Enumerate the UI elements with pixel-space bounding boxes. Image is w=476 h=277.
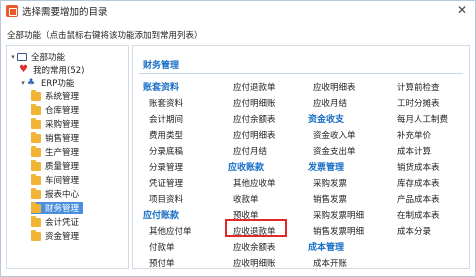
group-header: 账套资料 (143, 83, 180, 93)
function-item[interactable]: 应付明细账 (233, 97, 276, 109)
tree-node-label: 生产管理 (45, 148, 80, 158)
group-header: 资金收支 (308, 115, 345, 125)
org-chart-icon: ♣ (27, 77, 36, 88)
function-item[interactable]: 预付单 (149, 257, 175, 268)
tree-node-module[interactable]: 会计凭证 (31, 215, 80, 228)
tree-node-label: 资金管理 (45, 232, 80, 242)
tree-node-label: 系统管理 (45, 92, 80, 102)
tree-node-erp[interactable]: ▾ ♣ ERP功能 (19, 77, 74, 89)
section-title: 财务管理 (143, 61, 180, 71)
heart-icon: ♥ (19, 64, 28, 75)
function-item[interactable]: 应付余额表 (233, 113, 276, 125)
function-item[interactable]: 补充单价 (397, 129, 431, 141)
tree-node-label: 报表中心 (45, 190, 80, 200)
function-item[interactable]: 会计期间 (149, 113, 183, 125)
highlight-box (225, 219, 287, 237)
instruction-text: 全部功能（点击鼠标右键将该功能添加到常用列表） (7, 31, 203, 41)
monitor-icon (17, 53, 27, 61)
function-item[interactable]: 采购发票明细 (313, 209, 364, 221)
tree-node-label: 采购管理 (45, 120, 80, 130)
tree-node-favorites[interactable]: ♥ 我的常用(52) (19, 64, 85, 77)
tree-node-label: 我的常用(52) (33, 66, 85, 76)
function-item[interactable]: 资金支出单 (313, 145, 356, 157)
function-item[interactable]: 应付明细表 (233, 129, 276, 141)
function-item[interactable]: 应收月结 (313, 97, 347, 109)
group-header: 应付账款 (143, 211, 180, 221)
function-item[interactable]: 销售发票 (313, 193, 347, 205)
window-title: 选择需要增加的目录 (22, 6, 108, 18)
section-divider (139, 73, 463, 74)
tree-node-module[interactable]: 车间管理 (31, 173, 80, 186)
function-item[interactable]: 应付月结 (233, 145, 267, 157)
function-item[interactable]: 应收明细表 (313, 81, 356, 93)
function-item[interactable]: 成本计算 (397, 145, 431, 157)
tree-node-module[interactable]: 质量管理 (31, 159, 80, 172)
function-item[interactable]: 付款单 (149, 241, 175, 253)
folder-icon (31, 117, 41, 129)
tree-node-module[interactable]: 系统管理 (31, 89, 80, 102)
window-icon (6, 4, 18, 17)
tree-node-module[interactable]: 采购管理 (31, 117, 80, 130)
tree-node-label: 车间管理 (45, 176, 80, 186)
function-item[interactable]: 工时分摊表 (397, 97, 440, 109)
group-header: 成本管理 (308, 243, 345, 253)
function-item[interactable]: 收款单 (233, 193, 259, 205)
function-item[interactable]: 其他应付单 (149, 225, 192, 237)
group-header: 发票管理 (308, 163, 345, 173)
function-item[interactable]: 分录底稿 (149, 145, 183, 157)
tree-node-module[interactable]: 资金管理 (31, 229, 80, 242)
function-item[interactable]: 成本分录 (397, 225, 431, 237)
folder-icon (31, 89, 41, 101)
group-header: 应收账款 (228, 163, 265, 173)
tree-node-label: 会计凭证 (45, 218, 80, 228)
tree-node-label: 质量管理 (45, 162, 80, 172)
function-item[interactable]: 产品成本表 (397, 193, 440, 205)
function-item[interactable]: 其他应收单 (233, 177, 276, 189)
function-item[interactable]: 账套资料 (149, 97, 183, 109)
function-item[interactable]: 资金收入单 (313, 129, 356, 141)
title-bar: 选择需要增加的目录 ✕ (1, 1, 475, 20)
tree-node-root[interactable]: ▾ 全部功能 (9, 51, 65, 63)
tree-node-label: 销售管理 (45, 134, 80, 144)
folder-icon (31, 159, 41, 171)
function-item[interactable]: 应收明细账 (233, 257, 276, 268)
function-item[interactable]: 分录管理 (149, 161, 183, 173)
collapse-icon[interactable]: ▾ (19, 79, 27, 87)
function-item[interactable]: 在制成本表 (397, 209, 440, 221)
function-item[interactable]: 销售发票明细 (313, 225, 364, 237)
tree-node-label: ERP功能 (41, 79, 75, 89)
close-button[interactable]: ✕ (455, 3, 469, 17)
tree-node-label: 仓库管理 (45, 106, 80, 116)
function-item[interactable]: 费用类型 (149, 129, 183, 141)
tree-node-module[interactable]: 生产管理 (31, 145, 80, 158)
collapse-icon[interactable]: ▾ (9, 53, 17, 61)
function-item[interactable]: 库存成本表 (397, 177, 440, 189)
function-item[interactable]: 计算前检查 (397, 81, 440, 93)
folder-icon (31, 215, 41, 227)
tree-node-module[interactable]: 销售管理 (31, 131, 80, 144)
function-item[interactable]: 凭证管理 (149, 177, 183, 189)
folder-icon (31, 103, 41, 115)
function-item[interactable]: 项目资料 (149, 193, 183, 205)
folder-icon (31, 201, 41, 213)
tree-node-label: 全部功能 (31, 53, 66, 63)
dialog-window: 选择需要增加的目录 ✕ 全部功能（点击鼠标右键将该功能添加到常用列表） ▾ 全部… (0, 0, 476, 277)
function-item[interactable]: 应收余额表 (233, 241, 276, 253)
function-item[interactable]: 成本开账 (313, 257, 347, 268)
folder-icon (31, 131, 41, 143)
folder-icon (31, 173, 41, 185)
folder-icon (31, 229, 41, 241)
tree-node-module[interactable]: 报表中心 (31, 187, 80, 200)
function-item[interactable]: 采购发票 (313, 177, 347, 189)
folder-icon (31, 145, 41, 157)
function-item[interactable]: 销货成本表 (397, 161, 440, 173)
tree-node-label: 财务管理 (45, 204, 80, 214)
tree-node-module[interactable]: 仓库管理 (31, 103, 80, 116)
function-item[interactable]: 应付退款单 (233, 81, 276, 93)
tree-node-module-selected[interactable]: 财务管理 (31, 201, 84, 214)
folder-icon (31, 187, 41, 199)
function-item[interactable]: 每月人工制费 (397, 113, 448, 125)
function-panel: 财务管理 账套资料 账套资料 会计期间 费用类型 分录底稿 分录管理 凭证管理 … (132, 45, 470, 269)
function-tree: ▾ 全部功能 ♥ 我的常用(52) ▾ ♣ ERP功能 系统管理 仓库管理 采购… (6, 45, 129, 269)
